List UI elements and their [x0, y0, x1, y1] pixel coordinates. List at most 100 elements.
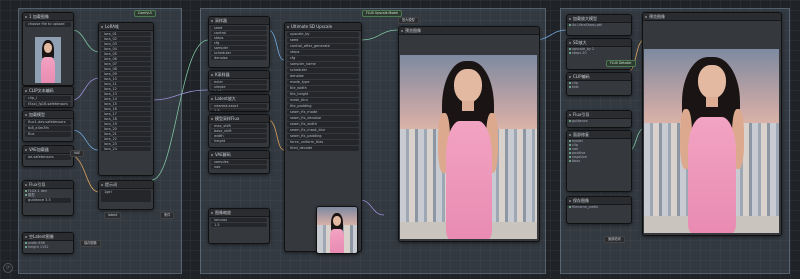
node-widget[interactable]: flux1-dev.safetensors: [25, 120, 71, 125]
preview-image-node-2[interactable]: 预览图像: [642, 12, 782, 236]
sampler-node[interactable]: 图像缩放 lanczos 1.5: [208, 208, 270, 244]
prompt-text[interactable]: 1girl: [101, 190, 151, 202]
preview-image-node-small[interactable]: [316, 206, 358, 254]
setting-row[interactable]: seam_fix_mode: [287, 110, 359, 115]
node-widget[interactable]: euler: [211, 80, 267, 84]
link-label[interactable]: 保存图像: [80, 240, 101, 247]
link-label[interactable]: 面部检测: [604, 236, 625, 243]
group-badge[interactable]: FLUX Detailer: [606, 60, 636, 67]
lora-row[interactable]: lora_12: [101, 87, 151, 91]
lora-row[interactable]: lora_05: [101, 52, 151, 56]
link-label[interactable]: VAE: [70, 150, 85, 157]
node-widget[interactable]: ae.safetensors: [25, 155, 71, 160]
sampler-node[interactable]: 采样器 seed control steps cfg sampler scheduler de…: [208, 16, 270, 68]
lora-stack-node[interactable]: LoRA堆 lora_01 lora_02 lora_03 lora_04 lora_0…: [98, 22, 154, 176]
node-widget[interactable]: guidance 3.5: [25, 198, 71, 203]
lora-row[interactable]: lora_11: [101, 82, 151, 86]
setting-row[interactable]: seam_fix_padding: [287, 134, 359, 139]
node-widget[interactable]: denoise: [211, 56, 267, 60]
lora-row[interactable]: lora_01: [101, 32, 151, 36]
setting-row[interactable]: scheduler: [287, 68, 359, 73]
setting-row[interactable]: tile_padding: [287, 104, 359, 109]
node-slot[interactable]: bbox: [567, 159, 631, 163]
prompt-node[interactable]: 提示词 1girl: [98, 180, 154, 210]
node-widget[interactable]: sampler: [211, 46, 267, 50]
group-badge[interactable]: ComfyUI: [134, 10, 156, 17]
latent-node[interactable]: 空Latent图像 width 896 height 1152: [22, 232, 74, 254]
setting-row[interactable]: mode_type: [287, 80, 359, 85]
link-label[interactable]: 放大模型: [398, 17, 419, 24]
node-widget[interactable]: max_shift: [211, 124, 267, 128]
vae-loader-node[interactable]: VAE加载器 ae.safetensors: [22, 145, 74, 167]
detail-node[interactable]: Flux引导 guidance: [566, 110, 632, 128]
node-widget[interactable]: 1.5: [211, 109, 267, 111]
setting-row[interactable]: tile_width: [287, 86, 359, 91]
node-widget[interactable]: choose file to upload: [25, 22, 71, 27]
node-widget[interactable]: height: [211, 139, 267, 143]
detail-node[interactable]: 面部修复 model clip vae positive negative bbox: [566, 130, 632, 192]
lora-row[interactable]: lora_14: [101, 97, 151, 101]
node-widget[interactable]: seed: [211, 26, 267, 30]
lora-row[interactable]: lora_18: [101, 117, 151, 121]
node-slot[interactable]: filename_prefix: [567, 205, 631, 209]
link-label[interactable]: 条件: [160, 212, 175, 219]
node-slot[interactable]: steps 20: [567, 51, 631, 55]
group-badge[interactable]: FLUX Upscale Model: [362, 10, 403, 17]
node-widget[interactable]: base_shift: [211, 129, 267, 133]
node-widget[interactable]: samples: [211, 160, 267, 164]
lora-row[interactable]: lora_02: [101, 37, 151, 41]
setting-row[interactable]: mask_blur: [287, 98, 359, 103]
setting-row[interactable]: tile_height: [287, 92, 359, 97]
node-widget[interactable]: t5xxl_fp16.safetensors: [25, 102, 71, 107]
node-slot[interactable]: 4x-UltraSharp.pth: [567, 23, 631, 27]
node-widget[interactable]: control: [211, 31, 267, 35]
detail-node[interactable]: 保存图像 filename_prefix: [566, 196, 632, 224]
setting-row[interactable]: cfg: [287, 56, 359, 61]
setting-row[interactable]: steps: [287, 50, 359, 55]
setting-row[interactable]: seam_fix_mask_blur: [287, 128, 359, 133]
lora-row[interactable]: lora_20: [101, 127, 151, 131]
setting-row[interactable]: tiled_decode: [287, 146, 359, 151]
sampler-node[interactable]: VAE解码 samples vae: [208, 150, 270, 174]
lora-row[interactable]: lora_07: [101, 62, 151, 66]
node-widget[interactable]: clip_l: [25, 96, 71, 101]
lora-row[interactable]: lora_16: [101, 107, 151, 111]
load-image-node[interactable]: 1 加载图像 choose file to upload: [22, 12, 74, 86]
setting-row[interactable]: sampler_name: [287, 62, 359, 67]
setting-row[interactable]: denoise: [287, 74, 359, 79]
node-widget[interactable]: flux: [25, 132, 71, 137]
node-widget[interactable]: lanczos: [211, 218, 267, 222]
link-label[interactable]: latent: [104, 212, 122, 219]
lora-row[interactable]: lora_21: [101, 132, 151, 136]
detail-node[interactable]: CLIP编码 clip text: [566, 72, 632, 96]
preview-image-node[interactable]: 预览图像: [398, 26, 540, 242]
setting-row[interactable]: force_uniform_tiles: [287, 140, 359, 145]
sampler-node[interactable]: K采样器 euler simple 1.00: [208, 70, 270, 92]
lora-row[interactable]: lora_22: [101, 137, 151, 141]
node-widget[interactable]: scheduler: [211, 51, 267, 55]
lora-row[interactable]: lora_24: [101, 147, 151, 151]
setting-row[interactable]: seed: [287, 38, 359, 43]
clip-text-node[interactable]: CLIP文本编码 clip_l t5xxl_fp16.safetensors: [22, 86, 74, 108]
node-widget[interactable]: vae: [211, 165, 267, 169]
sampler-node[interactable]: 模型采样Flux max_shift base_shift width height: [208, 114, 270, 148]
node-slot[interactable]: height 1152: [23, 245, 73, 249]
detail-node[interactable]: 加载放大模型 4x-UltraSharp.pth: [566, 14, 632, 36]
node-widget[interactable]: width: [211, 134, 267, 138]
setting-row[interactable]: seam_fix_width: [287, 122, 359, 127]
node-slot[interactable]: 模型: [23, 193, 73, 197]
lora-row[interactable]: lora_23: [101, 142, 151, 146]
lora-row[interactable]: lora_09: [101, 72, 151, 76]
setting-row[interactable]: control_after_generate: [287, 44, 359, 49]
node-widget[interactable]: steps: [211, 36, 267, 40]
node-widget[interactable]: simple: [211, 85, 267, 89]
node-widget[interactable]: 1.00: [211, 90, 267, 91]
node-widget[interactable]: 1.5: [211, 223, 267, 227]
lora-row[interactable]: lora_13: [101, 92, 151, 96]
lora-row[interactable]: lora_08: [101, 67, 151, 71]
setting-row[interactable]: upscale_by: [287, 32, 359, 37]
setting-row[interactable]: seam_fix_denoise: [287, 116, 359, 121]
comfy-logo-icon[interactable]: ⟳: [3, 263, 13, 273]
lora-row[interactable]: lora_15: [101, 102, 151, 106]
lora-row[interactable]: lora_17: [101, 112, 151, 116]
